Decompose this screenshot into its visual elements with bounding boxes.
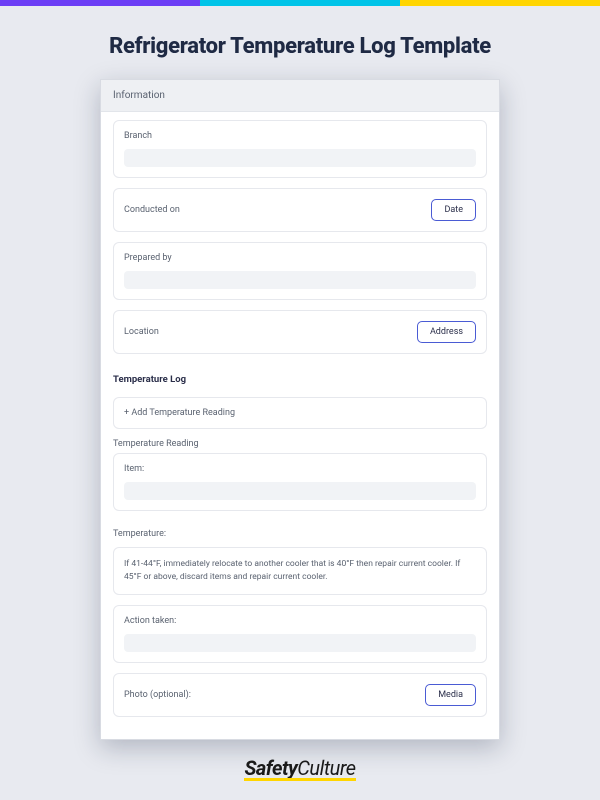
field-branch: Branch — [113, 120, 487, 178]
brand-footer: SafetyCulture — [0, 756, 600, 780]
field-conducted-on: Conducted on Date — [113, 188, 487, 232]
photo-label: Photo (optional): — [124, 690, 191, 700]
prepared-by-input[interactable] — [124, 271, 476, 289]
brand-bold: Safety — [244, 756, 297, 780]
brand-thin: Culture — [297, 756, 355, 780]
field-location: Location Address — [113, 310, 487, 354]
date-button[interactable]: Date — [431, 199, 476, 221]
brand-color-bar — [0, 0, 600, 6]
field-prepared-by: Prepared by — [113, 242, 487, 300]
item-label: Item: — [124, 464, 476, 474]
field-photo: Photo (optional): Media — [113, 673, 487, 717]
action-taken-label: Action taken: — [124, 616, 476, 626]
temperature-note: If 41-44°F, immediately relocate to anot… — [113, 547, 487, 595]
add-temperature-reading-button[interactable]: + Add Temperature Reading — [113, 397, 487, 429]
location-label: Location — [124, 327, 159, 337]
temperature-label: Temperature: — [101, 525, 499, 541]
prepared-by-label: Prepared by — [124, 253, 476, 263]
section-information-header: Information — [101, 80, 499, 112]
item-input[interactable] — [124, 482, 476, 500]
page-title: Refrigerator Temperature Log Template — [0, 6, 600, 79]
field-action-taken: Action taken: — [113, 605, 487, 663]
temperature-reading-label: Temperature Reading — [101, 435, 499, 451]
conducted-on-label: Conducted on — [124, 205, 180, 215]
address-button[interactable]: Address — [417, 321, 476, 343]
field-item: Item: — [113, 453, 487, 511]
branch-label: Branch — [124, 131, 476, 141]
temperature-log-heading: Temperature Log — [101, 368, 499, 389]
branch-input[interactable] — [124, 149, 476, 167]
action-taken-input[interactable] — [124, 634, 476, 652]
media-button[interactable]: Media — [425, 684, 476, 706]
form-card: Information Branch Conducted on Date Pre… — [100, 79, 500, 740]
